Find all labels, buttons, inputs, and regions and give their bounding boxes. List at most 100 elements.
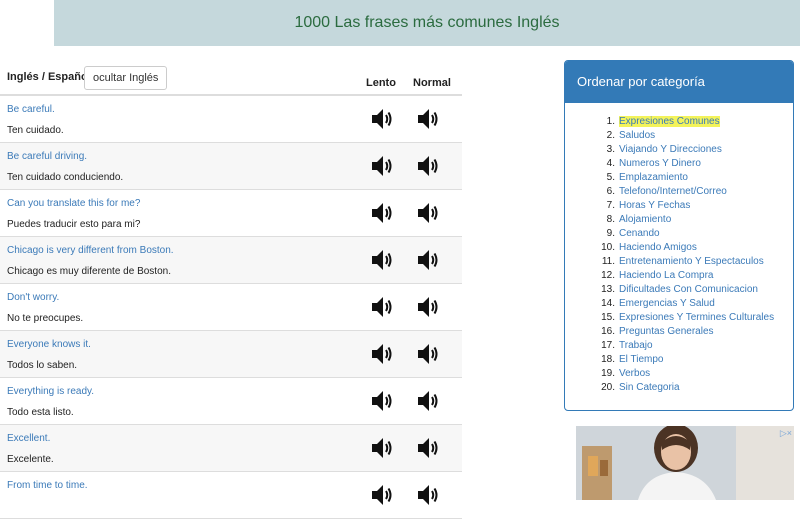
category-number: 3. <box>606 144 615 155</box>
phrase-english: Be careful driving. <box>7 151 88 162</box>
category-number: 15. <box>601 312 615 323</box>
phrase-spanish: Ten cuidado conduciendo. <box>7 172 124 183</box>
advertisement[interactable]: ▷× <box>576 426 794 500</box>
category-number: 19. <box>601 368 615 379</box>
category-link[interactable]: Expresiones Comunes <box>619 116 720 127</box>
category-item[interactable]: 16. Preguntas Generales <box>599 325 793 339</box>
category-item[interactable]: 18. El Tiempo <box>599 353 793 367</box>
category-number: 4. <box>606 158 615 169</box>
category-number: 10. <box>601 242 615 253</box>
category-link[interactable]: Haciendo Amigos <box>619 242 697 253</box>
category-item[interactable]: 9. Cenando <box>599 227 793 241</box>
category-number: 20. <box>601 382 615 393</box>
category-item[interactable]: 3. Viajando Y Direcciones <box>599 143 793 157</box>
category-link[interactable]: Trabajo <box>619 340 653 351</box>
category-item[interactable]: 6. Telefono/Internet/Correo <box>599 185 793 199</box>
category-item[interactable]: 17. Trabajo <box>599 339 793 353</box>
category-item[interactable]: 5. Emplazamiento <box>599 171 793 185</box>
category-link[interactable]: Sin Categoria <box>619 382 680 393</box>
category-link[interactable]: Emplazamiento <box>619 172 688 183</box>
category-number: 16. <box>601 326 615 337</box>
speaker-icon[interactable] <box>369 482 395 508</box>
category-item[interactable]: 20. Sin Categoria <box>599 381 793 395</box>
phrases-table-header: Inglés / Español ocultar Inglés Lento No… <box>0 60 462 96</box>
speaker-icon[interactable] <box>415 200 441 226</box>
category-list: 1. Expresiones Comunes 2. Saludos 3. Viajando… <box>565 103 793 395</box>
category-link[interactable]: Dificultades Con Comunicacion <box>619 284 758 295</box>
category-item[interactable]: 12. Haciendo La Compra <box>599 269 793 283</box>
category-item[interactable]: 8. Alojamiento <box>599 213 793 227</box>
category-number: 13. <box>601 284 615 295</box>
header-bar: 1000 Las frases más comunes Inglés <box>54 0 800 46</box>
phrase-spanish: Chicago es muy diferente de Boston. <box>7 266 171 277</box>
category-number: 6. <box>606 186 615 197</box>
category-link[interactable]: Cenando <box>619 228 660 239</box>
phrase-english: Can you translate this for me? <box>7 198 141 209</box>
phrase-english: Excellent. <box>7 433 51 444</box>
category-item[interactable]: 10. Haciendo Amigos <box>599 241 793 255</box>
phrase-spanish: No te preocupes. <box>7 313 84 324</box>
speaker-icon[interactable] <box>415 482 441 508</box>
speaker-icon[interactable] <box>369 435 395 461</box>
category-link[interactable]: Telefono/Internet/Correo <box>619 186 727 197</box>
category-link[interactable]: Verbos <box>619 368 650 379</box>
ad-choices-icon[interactable]: ▷× <box>780 428 792 439</box>
phrase-row: Can you translate this for me? Puedes tra… <box>0 190 462 237</box>
phrase-row: Be careful driving. Ten cuidado conducien… <box>0 143 462 190</box>
phrase-spanish: Todos lo saben. <box>7 360 78 371</box>
speaker-icon[interactable] <box>415 247 441 273</box>
speaker-icon[interactable] <box>369 106 395 132</box>
speaker-icon[interactable] <box>369 341 395 367</box>
category-link[interactable]: Entretenamiento Y Espectaculos <box>619 256 764 267</box>
speaker-icon[interactable] <box>369 200 395 226</box>
language-label: Inglés / Español <box>7 71 91 83</box>
category-link[interactable]: Alojamiento <box>619 214 671 225</box>
category-link[interactable]: El Tiempo <box>619 354 663 365</box>
speaker-icon[interactable] <box>415 106 441 132</box>
category-item[interactable]: 13. Dificultades Con Comunicacion <box>599 283 793 297</box>
speaker-icon[interactable] <box>369 294 395 320</box>
category-link[interactable]: Haciendo La Compra <box>619 270 714 281</box>
speaker-icon[interactable] <box>415 388 441 414</box>
category-item[interactable]: 15. Expresiones Y Termines Culturales <box>599 311 793 325</box>
category-item[interactable]: 14. Emergencias Y Salud <box>599 297 793 311</box>
column-normal-label: Normal <box>413 77 451 89</box>
category-link[interactable]: Saludos <box>619 130 655 141</box>
phrase-spanish: Excelente. <box>7 454 54 465</box>
category-number: 1. <box>606 116 615 127</box>
category-link[interactable]: Viajando Y Direcciones <box>619 144 722 155</box>
category-item[interactable]: 7. Horas Y Fechas <box>599 199 793 213</box>
phrase-row: Excellent. Excelente. <box>0 425 462 472</box>
phrase-english: Everyone knows it. <box>7 339 91 350</box>
category-link[interactable]: Emergencias Y Salud <box>619 298 715 309</box>
speaker-icon[interactable] <box>415 435 441 461</box>
category-item[interactable]: 1. Expresiones Comunes <box>599 115 793 129</box>
phrase-row: Everyone knows it. Todos lo saben. <box>0 331 462 378</box>
phrase-english: From time to time. <box>7 480 88 491</box>
phrase-row: Everything is ready. Todo esta listo. <box>0 378 462 425</box>
ad-photo <box>576 426 794 500</box>
category-number: 18. <box>601 354 615 365</box>
category-panel: Ordenar por categoría 1. Expresiones Comu… <box>564 60 794 411</box>
category-item[interactable]: 2. Saludos <box>599 129 793 143</box>
phrase-english: Don't worry. <box>7 292 60 303</box>
speaker-icon[interactable] <box>369 247 395 273</box>
speaker-icon[interactable] <box>369 153 395 179</box>
category-number: 5. <box>606 172 615 183</box>
speaker-icon[interactable] <box>415 341 441 367</box>
speaker-icon[interactable] <box>415 153 441 179</box>
category-number: 7. <box>606 200 615 211</box>
phrase-row: Chicago is very different from Boston. Ch… <box>0 237 462 284</box>
category-link[interactable]: Numeros Y Dinero <box>619 158 701 169</box>
speaker-icon[interactable] <box>369 388 395 414</box>
category-link[interactable]: Expresiones Y Termines Culturales <box>619 312 774 323</box>
hide-english-button[interactable]: ocultar Inglés <box>84 66 168 90</box>
category-number: 9. <box>606 228 615 239</box>
category-link[interactable]: Preguntas Generales <box>619 326 714 337</box>
category-item[interactable]: 19. Verbos <box>599 367 793 381</box>
phrase-spanish: Ten cuidado. <box>7 125 64 136</box>
category-item[interactable]: 4. Numeros Y Dinero <box>599 157 793 171</box>
speaker-icon[interactable] <box>415 294 441 320</box>
category-link[interactable]: Horas Y Fechas <box>619 200 690 211</box>
category-item[interactable]: 11. Entretenamiento Y Espectaculos <box>599 255 793 269</box>
